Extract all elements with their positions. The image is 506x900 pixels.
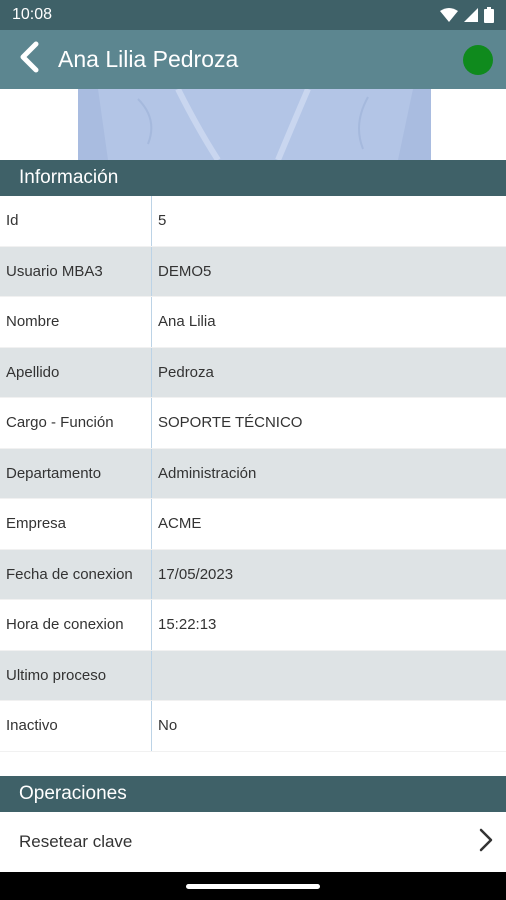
row-label: Departamento — [0, 448, 152, 498]
reset-password-label: Resetear clave — [19, 832, 133, 851]
row-label: Apellido — [0, 347, 152, 397]
signal-icon — [464, 8, 478, 22]
section-header-operaciones: Operaciones — [0, 776, 506, 812]
table-row: Nombre Ana Lilia — [0, 297, 506, 348]
row-value: Pedroza — [158, 363, 214, 381]
app-bar: Ana Lilia Pedroza — [0, 30, 506, 89]
row-label: Cargo - Función — [0, 398, 152, 448]
table-row: Id 5 — [0, 196, 506, 247]
row-value: 15:22:13 — [158, 616, 217, 634]
table-row: Inactivo No — [0, 701, 506, 752]
online-status-indicator — [463, 44, 493, 75]
row-label: Nombre — [0, 297, 152, 347]
row-value: ACME — [158, 515, 202, 533]
wifi-icon — [440, 8, 458, 22]
home-gesture-handle[interactable] — [186, 884, 320, 889]
battery-icon — [484, 7, 494, 23]
table-row: Hora de conexion 15:22:13 — [0, 600, 506, 651]
back-button[interactable] — [0, 30, 58, 89]
row-label: Empresa — [0, 499, 152, 549]
section-title: Información — [19, 167, 119, 188]
section-header-informacion: Información — [0, 160, 506, 196]
row-value: DEMO5 — [158, 262, 212, 280]
table-row: Fecha de conexion 17/05/2023 — [0, 549, 506, 600]
row-value: Ana Lilia — [158, 313, 216, 331]
row-value: SOPORTE TÉCNICO — [158, 414, 303, 432]
row-label: Fecha de conexion — [0, 549, 152, 599]
status-icons — [440, 7, 494, 23]
table-row: Usuario MBA3 DEMO5 — [0, 246, 506, 297]
chevron-left-icon — [18, 41, 40, 78]
page-title: Ana Lilia Pedroza — [58, 46, 239, 72]
profile-photo — [78, 89, 431, 160]
chevron-right-icon — [478, 827, 494, 858]
table-row: Empresa ACME — [0, 499, 506, 550]
status-time: 10:08 — [12, 6, 53, 23]
row-label: Ultimo proceso — [0, 650, 152, 700]
profile-photo-area — [0, 89, 506, 160]
table-row: Departamento Administración — [0, 448, 506, 499]
row-value: No — [158, 717, 178, 735]
row-value: Administración — [158, 464, 257, 482]
row-label: Inactivo — [0, 701, 152, 751]
row-value: 17/05/2023 — [158, 565, 234, 583]
table-row: Apellido Pedroza — [0, 347, 506, 398]
table-row: Ultimo proceso — [0, 650, 506, 701]
status-bar: 10:08 — [0, 0, 506, 30]
info-table: Id 5 Usuario MBA3 DEMO5 Nombre Ana Lilia… — [0, 196, 506, 752]
row-label: Id — [0, 196, 152, 246]
section-title: Operaciones — [19, 783, 127, 804]
row-label: Usuario MBA3 — [0, 246, 152, 296]
row-label: Hora de conexion — [0, 600, 152, 650]
system-navigation-bar — [0, 872, 506, 900]
reset-password-item[interactable]: Resetear clave — [0, 812, 506, 872]
row-value: 5 — [158, 212, 167, 230]
table-row: Cargo - Función SOPORTE TÉCNICO — [0, 398, 506, 449]
